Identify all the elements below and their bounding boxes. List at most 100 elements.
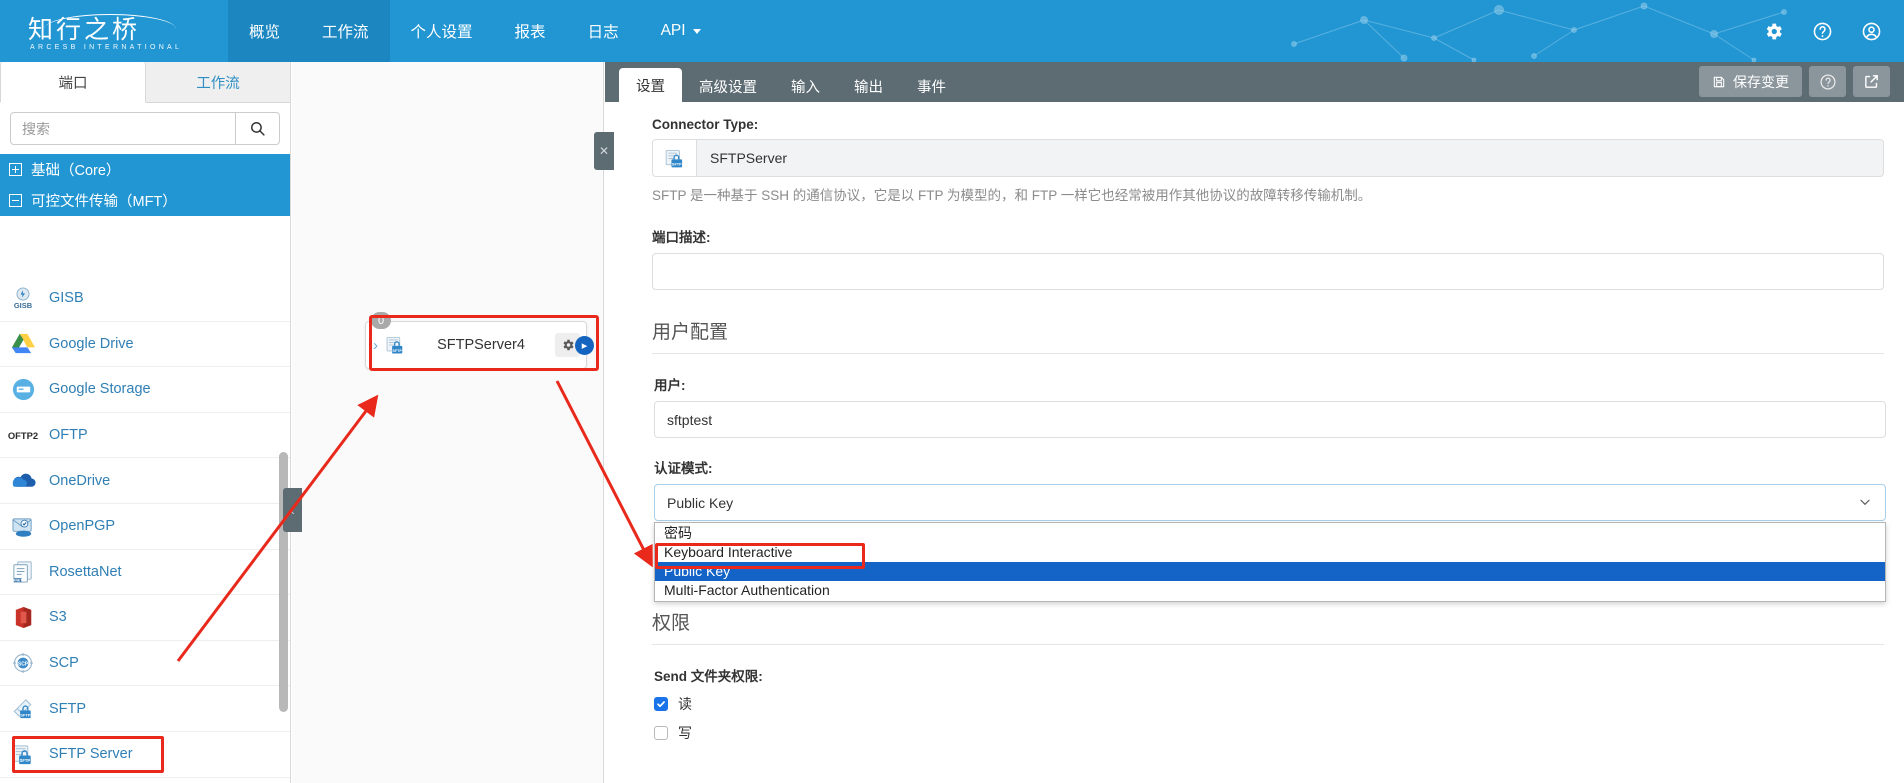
search-icon — [251, 122, 265, 136]
connector-item-scp[interactable]: SCP SCP — [0, 641, 290, 687]
send-folder-permissions-field: Send 文件夹权限: 读 写 — [654, 665, 1884, 743]
tab-input[interactable]: 输入 — [774, 71, 837, 102]
connector-item-google-drive[interactable]: Google Drive — [0, 322, 290, 368]
tab-settings[interactable]: 设置 — [619, 68, 682, 102]
connector-label: SFTP — [49, 700, 87, 717]
connector-type-value: SFTPServer — [710, 150, 788, 166]
node-sftp-server-icon: SFTP — [384, 334, 407, 356]
port-description-input[interactable] — [652, 253, 1884, 291]
nav-item-personal-settings[interactable]: 个人设置 — [390, 0, 494, 62]
category-list: 基础（Core） 可控文件传输（MFT） — [0, 154, 290, 216]
permission-write-row: 写 — [654, 723, 1884, 743]
user-field: 用户: — [654, 374, 1886, 439]
auth-mode-field: 认证模式: Public Key 密码 Keyboard Interactive… — [654, 457, 1886, 603]
node-output-arrow-icon[interactable]: ▸ — [575, 336, 594, 355]
svg-text:SFTP: SFTP — [20, 758, 31, 763]
save-changes-button[interactable]: 保存变更 — [1699, 66, 1802, 97]
search-button[interactable] — [235, 113, 279, 144]
auth-mode-value: Public Key — [667, 494, 734, 511]
account-icon[interactable] — [1861, 21, 1882, 42]
close-icon: ✕ — [598, 144, 610, 158]
tab-advanced-settings[interactable]: 高级设置 — [682, 71, 774, 102]
option-label: Multi-Factor Authentication — [664, 582, 830, 599]
nav-item-label: 工作流 — [322, 24, 369, 41]
main-panel: 设置 高级设置 输入 输出 事件 保存变更 Connector Type: SF… — [605, 62, 1904, 783]
tab-events[interactable]: 事件 — [900, 71, 963, 102]
connector-label: GISB — [49, 290, 84, 307]
connector-item-onedrive[interactable]: OneDrive — [0, 458, 290, 504]
nav-item-label: 个人设置 — [410, 24, 473, 41]
nav-item-logs[interactable]: 日志 — [567, 0, 640, 62]
option-label: Public Key — [664, 563, 731, 580]
auth-mode-select-wrap: Public Key 密码 Keyboard Interactive Publi… — [654, 484, 1886, 603]
send-folder-permissions-label: Send 文件夹权限: — [654, 669, 763, 685]
app-logo[interactable]: 知行之桥 ARCESB INTERNATIONAL — [22, 6, 192, 56]
nav-item-api[interactable]: API — [640, 0, 722, 62]
connector-item-s3[interactable]: S3 — [0, 595, 290, 641]
logo-en-text: ARCESB INTERNATIONAL — [30, 44, 183, 51]
connector-item-google-storage[interactable]: Google Storage — [0, 367, 290, 413]
sidebar-tab-ports[interactable]: 端口 — [0, 62, 146, 103]
connector-label: S3 — [49, 609, 67, 626]
svg-text:GISB: GISB — [14, 301, 33, 310]
google-drive-icon — [6, 329, 40, 359]
connector-item-rosettanet[interactable]: RNET RosettaNet — [0, 550, 290, 596]
connector-item-sftp-server[interactable]: SFTP SFTP Server — [0, 732, 290, 778]
auth-mode-dropdown: 密码 Keyboard Interactive Public Key Multi… — [654, 522, 1886, 603]
workflow-canvas[interactable]: 0 › SFTP SFTPServer4 ▸ — [292, 62, 604, 783]
auth-mode-label: 认证模式: — [654, 461, 713, 477]
category-core[interactable]: 基础（Core） — [0, 154, 290, 185]
popout-button[interactable] — [1853, 66, 1890, 97]
sidebar-collapse-handle[interactable]: ‹ — [283, 488, 302, 532]
permission-write-checkbox[interactable] — [654, 726, 668, 741]
auth-mode-select[interactable]: Public Key — [654, 484, 1886, 522]
workflow-node-sftpserver4[interactable]: 0 › SFTP SFTPServer4 ▸ — [365, 312, 594, 369]
panel-close-button[interactable]: ✕ — [594, 132, 614, 170]
connector-label: RosettaNet — [49, 563, 122, 580]
connector-label: SFTP Server — [49, 746, 133, 763]
user-config-section-title: 用户配置 — [652, 317, 1884, 355]
nav-item-workflow[interactable]: 工作流 — [301, 0, 390, 62]
nav-item-reports[interactable]: 报表 — [494, 0, 567, 62]
connector-type-display: SFTP SFTPServer — [652, 139, 1884, 177]
permissions-section-title: 权限 — [652, 608, 1884, 646]
auth-mode-option-public-key[interactable]: Public Key — [655, 562, 1885, 582]
tab-label: 输入 — [791, 80, 820, 96]
gear-icon[interactable] — [1763, 21, 1784, 42]
nav-item-label: 日志 — [587, 24, 619, 41]
category-mft[interactable]: 可控文件传输（MFT） — [0, 185, 290, 216]
help-icon[interactable] — [1812, 21, 1833, 42]
connector-item-gisb[interactable]: GISB GISB — [0, 276, 290, 322]
tab-label: 端口 — [58, 75, 88, 92]
sidebar-tab-workflows[interactable]: 工作流 — [146, 62, 290, 103]
tab-output[interactable]: 输出 — [837, 71, 900, 102]
oftp-icon: OFTP2 — [6, 420, 40, 450]
sidebar-tabs: 端口 工作流 — [0, 62, 290, 103]
main-menu: 概览 工作流 个人设置 报表 日志 API — [228, 0, 722, 62]
user-input[interactable] — [654, 401, 1886, 439]
sidebar-search-wrap — [0, 103, 290, 154]
connector-label: OneDrive — [49, 472, 111, 489]
connector-label: Google Storage — [49, 381, 151, 398]
connector-item-sftp[interactable]: SFTP SFTP — [0, 686, 290, 732]
search-input[interactable] — [11, 113, 235, 144]
auth-mode-option-password[interactable]: 密码 — [655, 524, 1885, 543]
connector-item-oftp[interactable]: OFTP2 OFTP — [0, 413, 290, 459]
user-label: 用户: — [654, 378, 686, 394]
auth-mode-option-mfa[interactable]: Multi-Factor Authentication — [655, 581, 1885, 600]
chevron-right-icon[interactable]: › — [373, 337, 378, 354]
connector-list: GISB GISB Google Drive Google Storage OF… — [0, 276, 290, 783]
rosettanet-icon: RNET — [6, 557, 40, 587]
connector-item-sharepoint[interactable]: S SharePoint — [0, 778, 290, 783]
auth-mode-option-keyboard-interactive[interactable]: Keyboard Interactive — [655, 543, 1885, 562]
permission-read-checkbox[interactable] — [654, 697, 668, 712]
sidebar-search — [10, 112, 280, 145]
svg-text:SFTP: SFTP — [393, 349, 403, 353]
save-label: 保存变更 — [1733, 73, 1789, 90]
nav-item-overview[interactable]: 概览 — [228, 0, 302, 62]
collapse-minus-icon — [9, 194, 22, 207]
connector-item-openpgp[interactable]: OpenPGP — [0, 504, 290, 550]
help-button[interactable] — [1809, 66, 1846, 97]
connector-type-description: SFTP 是一种基于 SSH 的通信协议，它是以 FTP 为模型的，和 FTP … — [652, 188, 1372, 203]
s3-icon — [6, 602, 40, 632]
